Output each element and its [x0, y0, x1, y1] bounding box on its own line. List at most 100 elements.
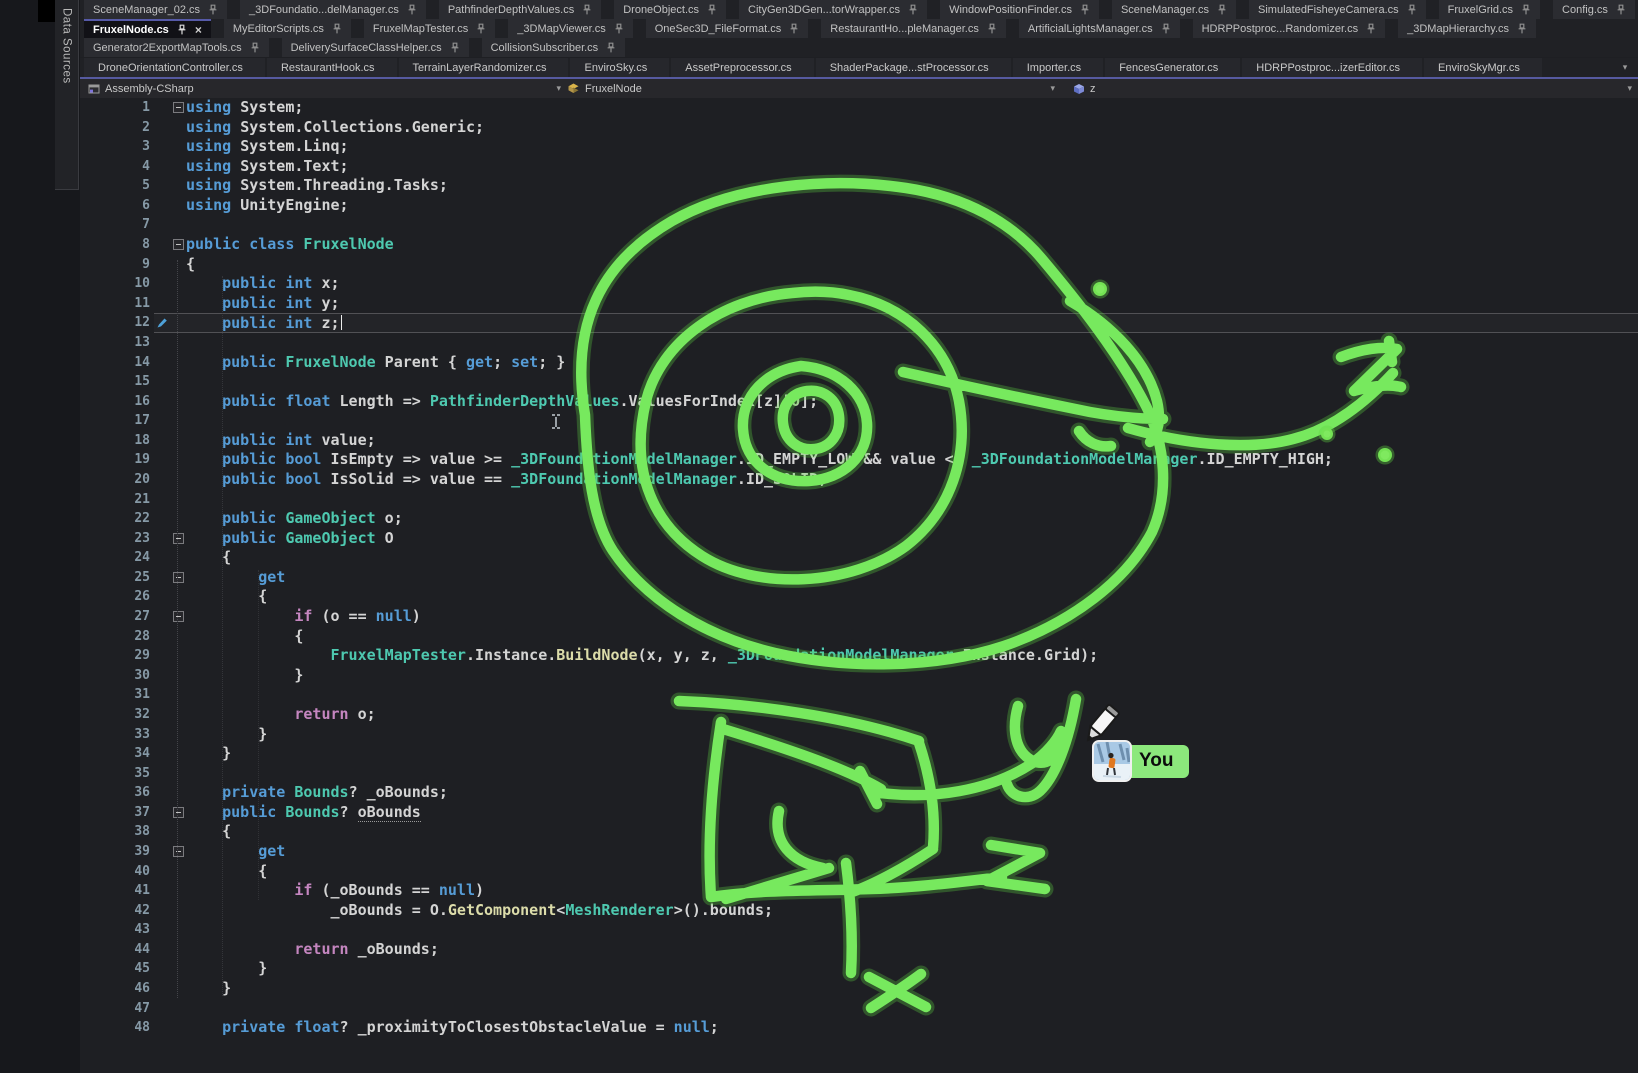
- code-text[interactable]: using System.Linq;: [186, 137, 1638, 157]
- tab--3dmapviewer-cs[interactable]: _3DMapViewer.cs: [508, 19, 632, 38]
- pin-icon[interactable]: [1217, 4, 1227, 16]
- tab-simulatedfisheyecamera-cs[interactable]: SimulatedFisheyeCamera.cs: [1249, 0, 1426, 19]
- tab-pathfinderdepthvalues-cs[interactable]: PathfinderDepthValues.cs: [439, 0, 601, 19]
- tab-hdrppostproc-randomizer-cs[interactable]: HDRPPostproc...Randomizer.cs: [1193, 19, 1386, 38]
- type-dropdown[interactable]: FruxelNode ▾: [567, 79, 1061, 98]
- code-text[interactable]: {: [186, 587, 1638, 607]
- code-text[interactable]: return o;: [186, 705, 1638, 725]
- code-text[interactable]: using System.Threading.Tasks;: [186, 176, 1638, 196]
- code-text[interactable]: public int z;: [186, 314, 1638, 332]
- pin-icon[interactable]: [208, 4, 218, 16]
- fold-marker[interactable]: [173, 807, 184, 818]
- pin-icon[interactable]: [1616, 4, 1626, 16]
- tab-onesec3d-fileformat-cs[interactable]: OneSec3D_FileFormat.cs: [646, 19, 809, 38]
- code-text[interactable]: }: [186, 979, 1638, 999]
- pin-icon[interactable]: [332, 23, 342, 35]
- code-text[interactable]: using UnityEngine;: [186, 196, 1638, 216]
- code-text[interactable]: [186, 372, 1638, 392]
- code-text[interactable]: return _oBounds;: [186, 940, 1638, 960]
- pin-icon[interactable]: [582, 4, 592, 16]
- tab-overflow-button[interactable]: ▾: [1618, 62, 1632, 73]
- pin-icon[interactable]: [987, 23, 997, 35]
- tab-terrainlayerrandomizer-cs[interactable]: TerrainLayerRandomizer.cs: [399, 58, 569, 77]
- pin-icon[interactable]: [707, 4, 717, 16]
- code-text[interactable]: {: [186, 627, 1638, 647]
- tab-restaurantho-plemanager-cs[interactable]: RestaurantHo...pleManager.cs: [821, 19, 1006, 38]
- tab-droneobject-cs[interactable]: DroneObject.cs: [614, 0, 726, 19]
- tab-windowpositionfinder-cs[interactable]: WindowPositionFinder.cs: [940, 0, 1099, 19]
- fold-marker[interactable]: [173, 533, 184, 544]
- tab-enviroskymgr-cs[interactable]: EnviroSkyMgr.cs: [1424, 58, 1542, 77]
- tab-assetpreprocessor-cs[interactable]: AssetPreprocessor.cs: [671, 58, 813, 77]
- code-text[interactable]: if (o == null): [186, 607, 1638, 627]
- tab-scenemanager-02-cs[interactable]: SceneManager_02.cs: [84, 0, 227, 19]
- pin-icon[interactable]: [908, 4, 918, 16]
- code-text[interactable]: using System.Text;: [186, 157, 1638, 177]
- code-text[interactable]: FruxelMapTester.Instance.BuildNode(x, y,…: [186, 646, 1638, 666]
- pin-icon[interactable]: [1407, 4, 1417, 16]
- code-text[interactable]: using System;: [186, 98, 1638, 118]
- pin-icon[interactable]: [476, 23, 486, 35]
- code-text[interactable]: get: [186, 842, 1638, 862]
- tab-artificiallightsmanager-cs[interactable]: ArtificialLightsManager.cs: [1019, 19, 1180, 38]
- code-text[interactable]: [186, 764, 1638, 784]
- tab-scenemanager-cs[interactable]: SceneManager.cs: [1112, 0, 1236, 19]
- chevron-down-icon[interactable]: ▾: [1044, 83, 1061, 94]
- code-text[interactable]: public int x;: [186, 274, 1638, 294]
- fold-marker[interactable]: [173, 846, 184, 857]
- fold-marker[interactable]: [173, 239, 184, 250]
- tab-config-cs[interactable]: Config.cs: [1553, 0, 1635, 19]
- tab-citygen3dgen-torwrapper-cs[interactable]: CityGen3DGen...torWrapper.cs: [739, 0, 927, 19]
- code-text[interactable]: public float Length => PathfinderDepthVa…: [186, 392, 1638, 412]
- code-text[interactable]: public int y;: [186, 294, 1638, 314]
- code-text[interactable]: private float? _proximityToClosestObstac…: [186, 1018, 1638, 1038]
- member-dropdown[interactable]: z ▾: [1061, 79, 1638, 98]
- pin-icon[interactable]: [1521, 4, 1531, 16]
- code-text[interactable]: }: [186, 744, 1638, 764]
- tab-hdrppostproc-izereditor-cs[interactable]: HDRPPostproc...izerEditor.cs: [1242, 58, 1422, 77]
- pin-icon[interactable]: [407, 4, 417, 16]
- code-text[interactable]: get: [186, 568, 1638, 588]
- code-text[interactable]: public bool IsEmpty => value >= _3DFound…: [186, 450, 1638, 470]
- code-text[interactable]: }: [186, 666, 1638, 686]
- code-text[interactable]: public GameObject o;: [186, 509, 1638, 529]
- pin-icon[interactable]: [1161, 23, 1171, 35]
- code-text[interactable]: public GameObject O: [186, 529, 1638, 549]
- tab-fruxelmaptester-cs[interactable]: FruxelMapTester.cs: [364, 19, 495, 38]
- tab-importer-cs[interactable]: Importer.cs: [1013, 58, 1103, 77]
- tab-fruxelgrid-cs[interactable]: FruxelGrid.cs: [1439, 0, 1540, 19]
- pin-icon[interactable]: [606, 42, 616, 54]
- pin-icon[interactable]: [1517, 23, 1527, 35]
- code-text[interactable]: [186, 999, 1638, 1019]
- code-text[interactable]: {: [186, 255, 1638, 275]
- code-text[interactable]: }: [186, 725, 1638, 745]
- code-text[interactable]: _oBounds = O.GetComponent<MeshRenderer>(…: [186, 901, 1638, 921]
- pin-icon[interactable]: [1366, 23, 1376, 35]
- code-editor[interactable]: 1using System;2using System.Collections.…: [80, 98, 1638, 1073]
- tab-fruxelnode-cs[interactable]: FruxelNode.cs×: [84, 19, 211, 38]
- chevron-down-icon[interactable]: ▾: [1621, 83, 1638, 94]
- code-text[interactable]: [186, 685, 1638, 705]
- fold-marker[interactable]: [173, 102, 184, 113]
- code-text[interactable]: private Bounds? _oBounds;: [186, 783, 1638, 803]
- tab--3dfoundatio-delmanager-cs[interactable]: _3DFoundatio...delManager.cs: [240, 0, 426, 19]
- tab-shaderpackage-stprocessor-cs[interactable]: ShaderPackage...stProcessor.cs: [816, 58, 1011, 77]
- tab-collisionsubscriber-cs[interactable]: CollisionSubscriber.cs: [482, 38, 626, 57]
- code-text[interactable]: }: [186, 959, 1638, 979]
- tab-fencesgenerator-cs[interactable]: FencesGenerator.cs: [1105, 58, 1240, 77]
- code-text[interactable]: {: [186, 822, 1638, 842]
- pin-icon[interactable]: [1080, 4, 1090, 16]
- code-text[interactable]: {: [186, 548, 1638, 568]
- project-dropdown[interactable]: Assembly-CSharp ▾: [80, 79, 567, 98]
- tab-restauranthook-cs[interactable]: RestaurantHook.cs: [267, 58, 397, 77]
- fold-marker[interactable]: [173, 572, 184, 583]
- pin-icon[interactable]: [614, 23, 624, 35]
- chevron-down-icon[interactable]: ▾: [550, 83, 567, 94]
- tab-generator2exportmaptools-cs[interactable]: Generator2ExportMapTools.cs: [84, 38, 269, 57]
- code-text[interactable]: {: [186, 862, 1638, 882]
- tab--3dmaphierarchy-cs[interactable]: _3DMapHierarchy.cs: [1398, 19, 1536, 38]
- code-text[interactable]: [186, 920, 1638, 940]
- code-text[interactable]: public bool IsSolid => value == _3DFound…: [186, 470, 1638, 490]
- code-text[interactable]: public Bounds? oBounds: [186, 803, 1638, 823]
- code-text[interactable]: [186, 411, 1638, 431]
